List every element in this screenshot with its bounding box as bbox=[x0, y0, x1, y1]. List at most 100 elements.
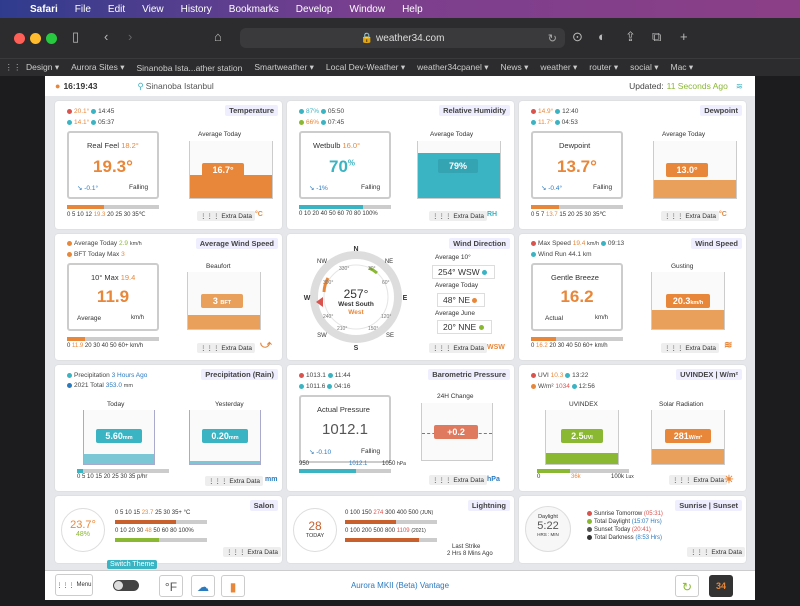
wm2-max: 1034 bbox=[555, 383, 570, 390]
forward-icon[interactable]: › bbox=[128, 29, 132, 44]
fav-sinanoba[interactable]: Sinanoba Ista...ather station bbox=[137, 63, 243, 73]
hum-extra-data-button[interactable]: ⋮⋮⋮ Extra Data bbox=[429, 211, 488, 221]
tabs-overview-icon[interactable]: ⧉ bbox=[652, 29, 661, 45]
fav-news[interactable]: News ▾ bbox=[501, 62, 529, 73]
uvi-value: 2.5 bbox=[571, 431, 584, 441]
zoom-window-button[interactable] bbox=[46, 33, 57, 44]
total-daylight-value: (15:07 Hrs) bbox=[631, 519, 662, 526]
hum-trend: -1% bbox=[316, 185, 328, 192]
home-icon[interactable]: ⌂ bbox=[214, 29, 222, 44]
sun-extra-data-button[interactable]: ⋮⋮⋮ Extra Data bbox=[687, 547, 746, 557]
wind-waves-icon: ≋ bbox=[724, 340, 733, 351]
rain-unit: mm bbox=[265, 476, 278, 483]
menu-app-name[interactable]: Safari bbox=[30, 4, 58, 15]
gust-value: 20.3 bbox=[672, 296, 691, 306]
download-icon[interactable]: ⊙ bbox=[572, 29, 583, 45]
fav-design[interactable]: Design ▾ bbox=[26, 62, 59, 73]
lightning-card: Lightning 28 TODAY 0 100 150 274 300 400… bbox=[287, 496, 514, 563]
windspeed-extra-data-button[interactable]: ⋮⋮⋮ Extra Data bbox=[661, 343, 720, 353]
sunset-label: Sunset Today bbox=[594, 527, 631, 534]
fav-local-dev[interactable]: Local Dev-Weather ▾ bbox=[326, 62, 405, 73]
refresh-icon[interactable]: ↻ bbox=[675, 575, 699, 597]
grid-icon[interactable]: ⋮⋮ bbox=[0, 62, 26, 73]
temp-min-time: 05:37 bbox=[98, 119, 115, 126]
temp-max-time: 14:45 bbox=[98, 108, 115, 115]
lock-icon: 🔒 bbox=[360, 32, 374, 44]
sunset-value: (20:41) bbox=[631, 527, 651, 534]
fav-aurora-sites[interactable]: Aurora Sites ▾ bbox=[71, 62, 124, 73]
temp-unit: °C bbox=[255, 211, 263, 218]
average-wind-card: Average Wind Speed Average Today 2.9 km/… bbox=[55, 234, 282, 360]
windspeed-max: 19.4 bbox=[572, 240, 586, 247]
reload-icon[interactable]: ↻ bbox=[548, 32, 557, 45]
close-window-button[interactable] bbox=[14, 33, 25, 44]
last-strike-time: 2 Hrs 8 Mins Ago bbox=[447, 551, 493, 557]
menu-view[interactable]: View bbox=[142, 4, 164, 15]
menu-window[interactable]: Window bbox=[350, 4, 386, 15]
menu-file[interactable]: File bbox=[75, 4, 91, 15]
temperature-card: Temperature 20.1° 14:45 14.1° 05:37 Real… bbox=[55, 101, 282, 229]
weather34-logo[interactable]: 34 bbox=[709, 575, 733, 597]
fav-cpanel[interactable]: weather34cpanel ▾ bbox=[417, 62, 488, 73]
dew-extra-data-button[interactable]: ⋮⋮⋮ Extra Data bbox=[661, 211, 720, 221]
menu-history[interactable]: History bbox=[181, 4, 212, 15]
share-icon[interactable]: ⇪ bbox=[625, 29, 636, 45]
url-text: weather34.com bbox=[376, 32, 445, 44]
salon-hum-scale: 0 10 20 30 bbox=[115, 528, 144, 534]
extra-data-icon: ⋮⋮⋮ bbox=[664, 213, 684, 220]
rain-yest-label: Yesterday bbox=[215, 401, 244, 408]
svg-text:SW: SW bbox=[317, 333, 327, 339]
today-dir-label: Average Today bbox=[435, 282, 479, 289]
avgwind-today: 2.9 bbox=[118, 240, 128, 247]
wind-sock-icon: ⤻ bbox=[260, 339, 272, 351]
avgwind-extra-data-button[interactable]: ⋮⋮⋮ Extra Data bbox=[197, 343, 256, 353]
darkness-label: Total Darkness bbox=[594, 535, 634, 542]
rain-extra-data-button[interactable]: ⋮⋮⋮ Extra Data bbox=[205, 476, 264, 486]
windspeed-scale: 20 30 40 50 60+ bbox=[549, 343, 593, 349]
june-dir-label: Average June bbox=[435, 310, 475, 317]
menu-bookmarks[interactable]: Bookmarks bbox=[229, 4, 279, 15]
svg-text:SE: SE bbox=[386, 333, 394, 339]
back-icon[interactable]: ‹ bbox=[104, 29, 108, 44]
humidity-card: Relative Humidity 87% 05:50 66% 07:45 We… bbox=[287, 101, 514, 229]
winddir-extra-data-button[interactable]: ⋮⋮⋮ Extra Data bbox=[429, 343, 488, 353]
uv-extra-data-button[interactable]: ⋮⋮⋮ Extra Data bbox=[669, 475, 728, 485]
fav-weather[interactable]: weather ▾ bbox=[540, 62, 577, 73]
winddir-unit: WSW bbox=[487, 344, 505, 351]
svg-text:330°: 330° bbox=[339, 266, 349, 272]
baro-extra-data-button[interactable]: ⋮⋮⋮ Extra Data bbox=[429, 475, 488, 485]
menu-edit[interactable]: Edit bbox=[108, 4, 125, 15]
privacy-shield-icon[interactable]: ◐ bbox=[598, 29, 606, 44]
rain-total-label: 2021 Total bbox=[74, 382, 104, 389]
temp-extra-data-button[interactable]: ⋮⋮⋮ Extra Data bbox=[197, 211, 256, 221]
windrun-value: 44.1 km bbox=[568, 251, 592, 258]
fav-router[interactable]: router ▾ bbox=[589, 62, 618, 73]
extra-data-icon: ⋮⋮⋮ bbox=[432, 213, 452, 220]
card-title: Temperature bbox=[225, 105, 278, 116]
dewpoint-label: Dewpoint bbox=[559, 141, 591, 150]
menu-develop[interactable]: Develop bbox=[296, 4, 333, 15]
card-title: Precipitation (Rain) bbox=[201, 369, 278, 380]
bft-label: BFT Today Max bbox=[74, 251, 120, 258]
minimize-window-button[interactable] bbox=[30, 33, 41, 44]
baro-unit: hPa bbox=[487, 476, 500, 483]
fav-social[interactable]: social ▾ bbox=[630, 62, 658, 73]
hum-min-time: 07:45 bbox=[327, 119, 345, 126]
fav-smartweather[interactable]: Smartweather ▾ bbox=[254, 62, 314, 73]
baro-trend-word: Falling bbox=[361, 448, 381, 455]
avgwind-readout: 10° Max 19.4 11.9 Average km/h bbox=[67, 263, 159, 331]
salon-extra-data-button[interactable]: ⋮⋮⋮ Extra Data bbox=[223, 547, 282, 557]
uvi-max: 10.3 bbox=[550, 372, 564, 379]
address-bar[interactable]: 🔒 weather34.com ↻ bbox=[240, 28, 565, 48]
avgwind-unit: km/h bbox=[131, 315, 145, 321]
lux-scale: 36k bbox=[571, 474, 581, 480]
card-title: UVINDEX | W/m² bbox=[676, 369, 742, 380]
sidebar-icon[interactable]: ▯ bbox=[72, 29, 79, 45]
menu-help[interactable]: Help bbox=[402, 4, 423, 15]
salon-card: Salon 23.7° 48% 0 5 10 15 23.7 25 30 35+… bbox=[55, 496, 282, 563]
temp-avg-label: Average Today bbox=[198, 131, 242, 138]
fav-mac[interactable]: Mac ▾ bbox=[671, 62, 694, 73]
realfeel-value: 18.2° bbox=[121, 141, 139, 150]
updated-value: 11 Seconds Ago bbox=[666, 81, 728, 91]
new-tab-icon[interactable]: + bbox=[680, 29, 688, 44]
